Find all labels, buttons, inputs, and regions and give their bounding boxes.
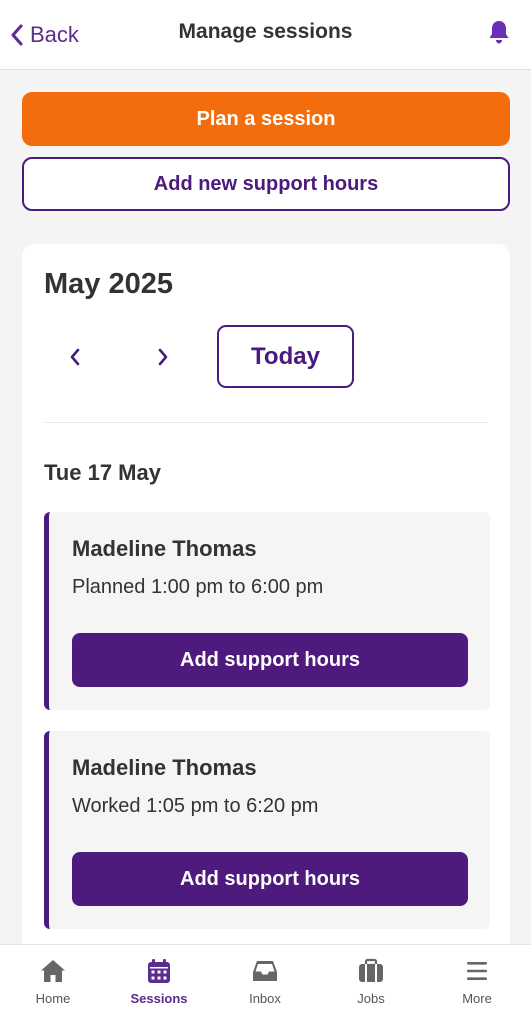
home-icon	[41, 960, 65, 982]
divider	[44, 422, 488, 423]
nav-item-sessions[interactable]: Sessions	[106, 945, 212, 1024]
menu-icon	[467, 962, 487, 980]
plan-session-button[interactable]: Plan a session	[22, 92, 510, 146]
bell-icon[interactable]	[487, 19, 511, 45]
previous-month-button[interactable]	[60, 342, 90, 372]
top-bar: Back Manage sessions	[0, 0, 531, 70]
nav-item-jobs[interactable]: Jobs	[318, 945, 424, 1024]
nav-label: More	[462, 991, 492, 1006]
nav-label: Inbox	[249, 991, 281, 1006]
calendar-icon	[148, 959, 170, 983]
session-person-name: Madeline Thomas	[72, 536, 257, 561]
chevron-right-icon	[158, 348, 168, 366]
add-support-hours-button[interactable]: Add support hours	[72, 633, 468, 687]
session-time: Worked 1:05 pm to 6:20 pm	[72, 795, 319, 817]
nav-item-more[interactable]: More	[424, 945, 530, 1024]
nav-item-inbox[interactable]: Inbox	[212, 945, 318, 1024]
briefcase-icon	[359, 958, 383, 982]
session-item: Madeline Thomas Planned 1:00 pm to 6:00 …	[44, 512, 490, 710]
bottom-nav: Home Sessions Inbox Jobs More	[0, 944, 531, 1024]
add-new-support-hours-button[interactable]: Add new support hours	[22, 157, 510, 211]
nav-label: Sessions	[130, 991, 188, 1006]
month-title: May 2025	[44, 268, 173, 300]
next-month-button[interactable]	[148, 342, 178, 372]
nav-label: Jobs	[357, 991, 385, 1006]
chevron-left-icon	[70, 348, 80, 366]
date-heading: Tue 17 May	[44, 460, 161, 485]
session-time: Planned 1:00 pm to 6:00 pm	[72, 576, 324, 598]
sessions-card: May 2025 Today Tue 17 May Madeline Thoma…	[22, 244, 510, 964]
session-person-name: Madeline Thomas	[72, 755, 257, 780]
nav-label: Home	[35, 991, 71, 1006]
session-item: Madeline Thomas Worked 1:05 pm to 6:20 p…	[44, 731, 490, 929]
nav-item-home[interactable]: Home	[0, 945, 106, 1024]
inbox-icon	[253, 961, 277, 981]
today-button[interactable]: Today	[217, 325, 354, 388]
page-title: Manage sessions	[178, 20, 353, 43]
add-support-hours-button[interactable]: Add support hours	[72, 852, 468, 906]
